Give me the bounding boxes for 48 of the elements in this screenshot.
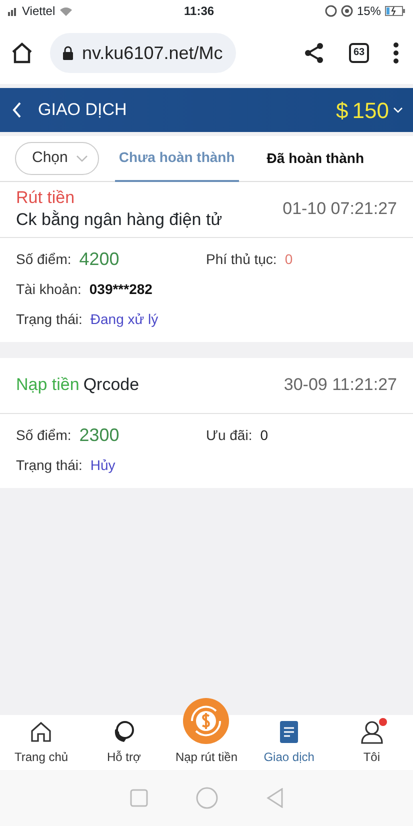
wifi-icon [59,6,74,16]
field-value: 4200 [79,248,120,270]
share-icon[interactable] [303,42,325,64]
transaction-type: Rút tiền [16,187,76,208]
field-label: Số điểm: [16,250,72,268]
data-saver-icon [340,5,353,17]
field-label: Tài khoản: [16,280,82,298]
status-tab[interactable]: Đã hoàn thành [262,136,368,181]
signal-icon [8,6,18,16]
field-value: 0 [284,250,293,268]
field-value: Đang xử lý [90,310,158,329]
page-title: GIAO DỊCH [38,99,127,122]
more-icon[interactable] [393,42,399,64]
filter-dropdown[interactable]: Chọn [15,142,99,175]
carrier-name: Viettel [22,3,56,20]
user-icon [360,720,384,744]
field-label: Ưu đãi: [206,426,252,444]
field-value: 0 [260,426,268,444]
url-text: nv.ku6107.net/Mc [82,42,223,64]
home-icon[interactable] [10,41,34,65]
balance-dropdown[interactable]: $ 150 [336,94,403,126]
battery-icon [384,6,405,16]
field-value: 039***282 [89,280,152,298]
back-icon[interactable] [12,101,22,119]
nav-tab[interactable]: Trang chủ [0,720,83,766]
chevron-down-icon [76,155,88,162]
payment-method: Ck bằng ngân hàng điện tử [16,208,222,230]
nav-tab[interactable]: Nạp rút tiền [165,698,248,766]
address-bar[interactable]: nv.ku6107.net/Mc [50,33,236,73]
payment-method: Qrcode [83,374,140,396]
tab-count[interactable]: 63 [349,43,369,63]
field-value: Hủy [90,456,116,475]
battery-percent: 15% [356,3,381,20]
chevron-down-icon [393,107,403,113]
clock-time: 11:36 [184,3,214,20]
field-label: Trạng thái: [16,456,82,475]
field-value: 2300 [79,424,120,446]
transaction-type: Nạp tiền [16,374,80,396]
transaction-time: 01-10 07:21:27 [282,198,397,220]
nav-tab[interactable]: Giao dịch [248,720,330,766]
lock-icon [62,46,74,60]
transaction-time: 30-09 11:21:27 [284,374,397,396]
home-icon [29,720,54,744]
nav-tab[interactable]: Hỗ trợ [82,720,166,766]
nav-tab[interactable]: Tôi [330,720,413,766]
field-label: Số điểm: [16,426,72,444]
field-label: Phí thủ tục: [206,250,277,268]
field-label: Trạng thái: [16,310,82,329]
